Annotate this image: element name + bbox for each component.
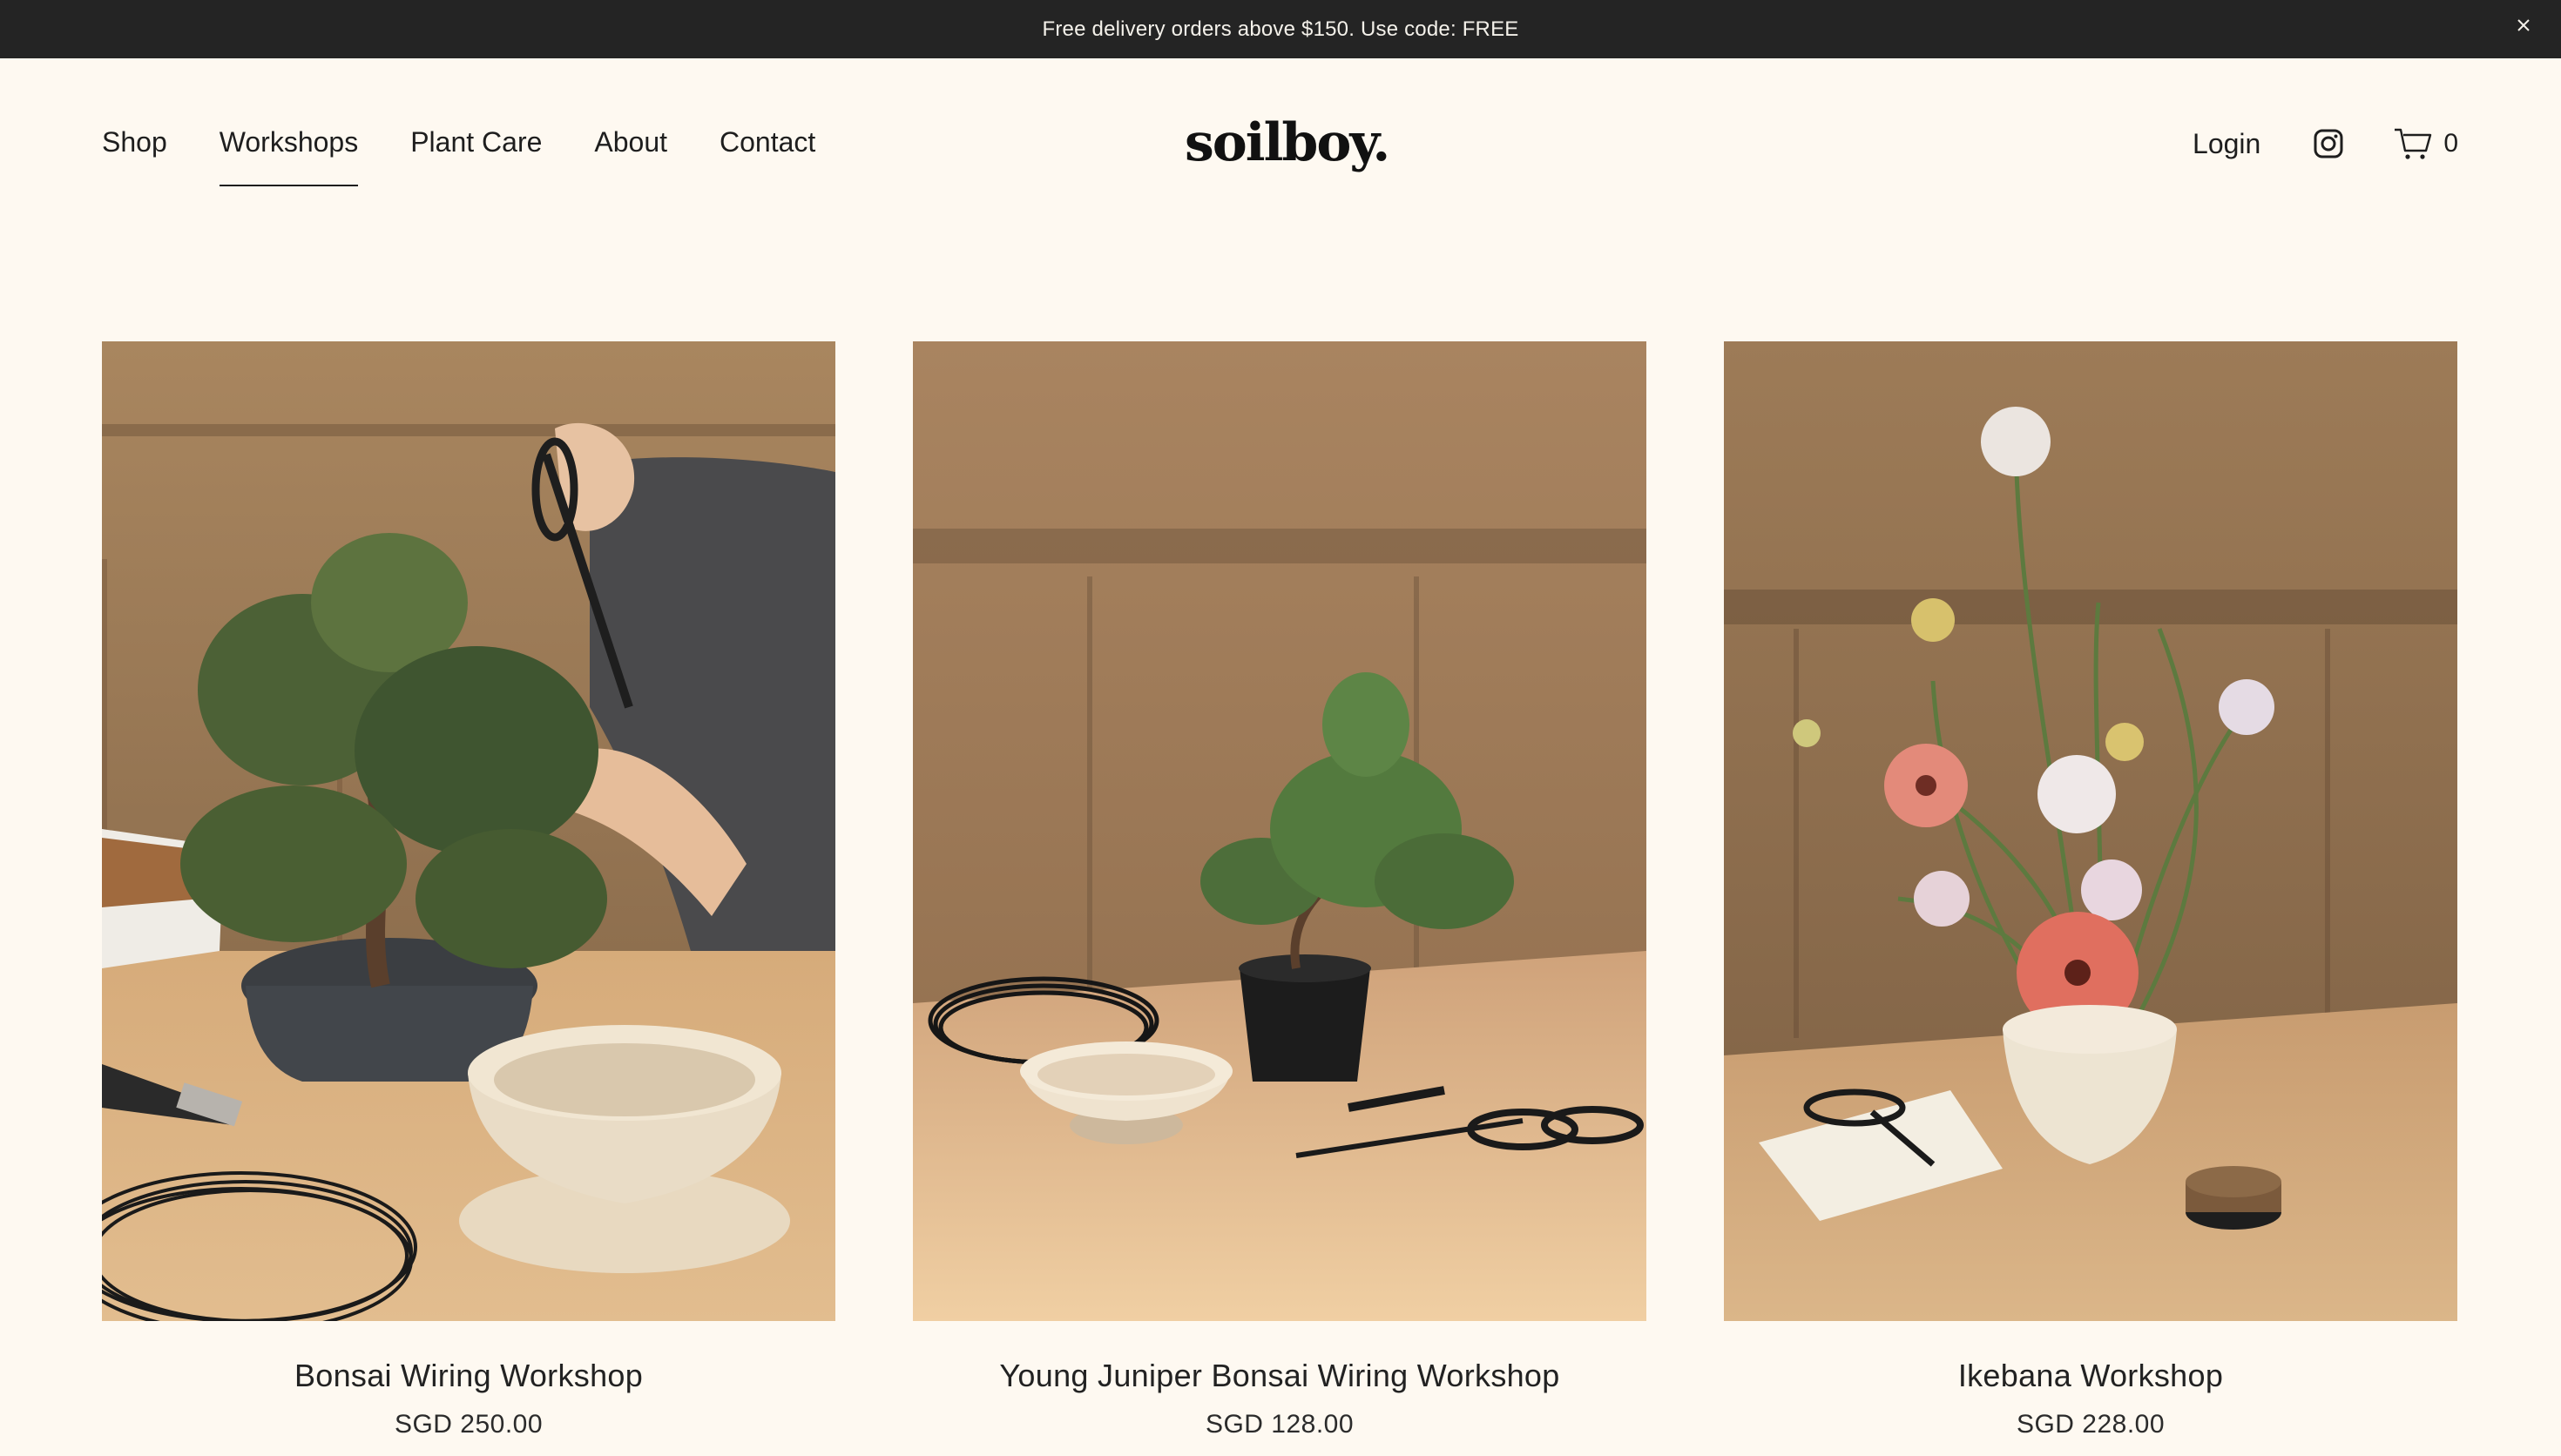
close-icon[interactable] (2509, 10, 2538, 40)
header-tools: Login 0 (2193, 126, 2458, 161)
nav-item-shop[interactable]: Shop (102, 126, 167, 169)
site-logo[interactable]: soilboy. (1185, 112, 1390, 173)
product-card[interactable]: Young Juniper Bonsai Wiring Workshop SGD… (913, 341, 1646, 1439)
cart-icon (2395, 128, 2432, 159)
product-title[interactable]: Ikebana Workshop (1958, 1358, 2223, 1394)
product-image[interactable] (1724, 341, 2457, 1321)
product-image[interactable] (102, 341, 835, 1321)
product-title[interactable]: Young Juniper Bonsai Wiring Workshop (999, 1358, 1559, 1394)
login-link[interactable]: Login (2193, 128, 2260, 160)
main-nav: Shop Workshops Plant Care About Contact (102, 126, 868, 186)
cart-count: 0 (2443, 129, 2458, 158)
nav-item-contact[interactable]: Contact (720, 126, 815, 169)
product-grid: Bonsai Wiring Workshop SGD 250.00 Young … (102, 341, 2457, 1439)
site-header: Shop Workshops Plant Care About Contact … (0, 58, 2561, 233)
nav-item-about[interactable]: About (594, 126, 667, 169)
announcement-bar: Free delivery orders above $150. Use cod… (0, 0, 2561, 58)
instagram-icon[interactable] (2313, 128, 2344, 159)
product-image[interactable] (913, 341, 1646, 1321)
product-title[interactable]: Bonsai Wiring Workshop (294, 1358, 643, 1394)
nav-item-workshops[interactable]: Workshops (219, 126, 359, 186)
nav-item-plant-care[interactable]: Plant Care (410, 126, 542, 169)
product-card[interactable]: Bonsai Wiring Workshop SGD 250.00 (102, 341, 835, 1439)
product-price: SGD 128.00 (1205, 1410, 1355, 1439)
announcement-text: Free delivery orders above $150. Use cod… (1042, 17, 1519, 41)
cart-button[interactable]: 0 (2393, 126, 2458, 161)
product-price: SGD 250.00 (394, 1410, 544, 1439)
product-price: SGD 228.00 (2016, 1410, 2166, 1439)
product-card[interactable]: Ikebana Workshop SGD 228.00 (1724, 341, 2457, 1439)
